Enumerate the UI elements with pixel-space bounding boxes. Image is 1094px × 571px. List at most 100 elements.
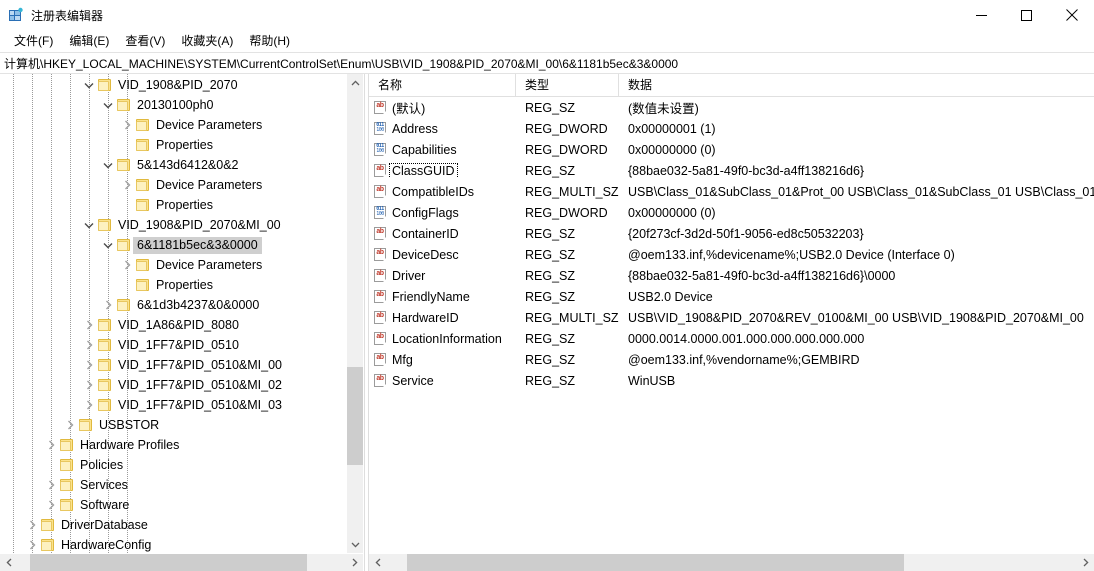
- chevron-right-icon[interactable]: [81, 317, 97, 333]
- value-type: REG_SZ: [525, 100, 576, 115]
- chevron-down-icon[interactable]: [100, 157, 116, 173]
- chevron-right-icon[interactable]: [43, 497, 59, 513]
- chevron-right-icon[interactable]: [100, 297, 116, 313]
- tree-scroll-up-icon[interactable]: [347, 74, 363, 91]
- tree-item[interactable]: 6&1d3b4237&0&0000: [0, 295, 363, 315]
- table-row[interactable]: 011 100 Capabilities REG_DWORD 0x00000000 (0…: [369, 139, 1094, 160]
- value-name-cell: ab DeviceDesc: [369, 247, 516, 262]
- value-name: FriendlyName: [392, 289, 470, 304]
- tree-item-label: Device Parameters: [156, 118, 263, 132]
- tree-item[interactable]: HardwareConfig: [0, 535, 363, 553]
- value-type: REG_DWORD: [525, 121, 608, 136]
- chevron-down-icon[interactable]: [81, 217, 97, 233]
- tree-hscroll-thumb[interactable]: [30, 554, 307, 571]
- tree-horizontal-scrollbar[interactable]: [0, 553, 363, 571]
- string-value-icon: ab: [373, 247, 388, 262]
- table-row[interactable]: ab DeviceDesc REG_SZ @oem133.inf,%devicenam…: [369, 244, 1094, 265]
- tree-item[interactable]: VID_1FF7&PID_0510&MI_02: [0, 375, 363, 395]
- menu-edit[interactable]: 编辑(E): [61, 30, 117, 52]
- folder-icon: [97, 217, 113, 233]
- chevron-right-icon[interactable]: [43, 477, 59, 493]
- tree-vertical-scrollbar[interactable]: [346, 74, 363, 553]
- table-row[interactable]: ab Driver REG_SZ {88bae032-5a81-49f0-bc3d-a…: [369, 265, 1094, 286]
- values-scroll-left-icon[interactable]: [369, 554, 386, 571]
- tree-item[interactable]: DriverDatabase: [0, 515, 363, 535]
- table-row[interactable]: ab ContainerID REG_SZ {20f273cf-3d2d-50f1-9…: [369, 223, 1094, 244]
- tree-item[interactable]: VID_1A86&PID_8080: [0, 315, 363, 335]
- column-header-data[interactable]: 数据: [619, 74, 1094, 97]
- menu-help[interactable]: 帮助(H): [241, 30, 298, 52]
- tree-item[interactable]: Device Parameters: [0, 255, 363, 275]
- values-hscroll-thumb[interactable]: [406, 554, 905, 571]
- chevron-right-icon[interactable]: [62, 417, 78, 433]
- tree-item[interactable]: USBSTOR: [0, 415, 363, 435]
- column-header-type[interactable]: 类型: [516, 73, 619, 97]
- values-scroll-right-icon[interactable]: [1077, 554, 1094, 571]
- chevron-right-icon[interactable]: [81, 337, 97, 353]
- tree-scroll-left-icon[interactable]: [0, 554, 17, 571]
- chevron-right-icon[interactable]: [24, 537, 40, 553]
- table-row[interactable]: ab LocationInformation REG_SZ 0000.0014.000…: [369, 328, 1094, 349]
- chevron-right-icon[interactable]: [81, 397, 97, 413]
- tree-item[interactable]: Properties: [0, 195, 363, 215]
- values-list[interactable]: ab (默认) REG_SZ (数值未设置) 011 100 Address REG_DWOR…: [369, 97, 1094, 553]
- chevron-right-icon[interactable]: [81, 357, 97, 373]
- folder-icon: [116, 97, 132, 113]
- chevron-right-icon[interactable]: [81, 377, 97, 393]
- chevron-right-icon[interactable]: [43, 437, 59, 453]
- menu-file[interactable]: 文件(F): [6, 30, 61, 52]
- folder-icon: [59, 457, 75, 473]
- tree-item[interactable]: 20130100ph0: [0, 95, 363, 115]
- tree-item[interactable]: Device Parameters: [0, 175, 363, 195]
- registry-editor-icon: [8, 7, 24, 23]
- tree-item[interactable]: Software: [0, 495, 363, 515]
- menu-view[interactable]: 查看(V): [117, 30, 173, 52]
- table-row[interactable]: ab Service REG_SZ WinUSB: [369, 370, 1094, 391]
- tree-item[interactable]: VID_1FF7&PID_0510&MI_03: [0, 395, 363, 415]
- table-row[interactable]: ab FriendlyName REG_SZ USB2.0 Device: [369, 286, 1094, 307]
- tree-scroll-thumb[interactable]: [347, 366, 363, 465]
- table-row[interactable]: 011 100 ConfigFlags REG_DWORD 0x00000000 (0): [369, 202, 1094, 223]
- table-row[interactable]: ab CompatibleIDs REG_MULTI_SZ USB\Class_01&…: [369, 181, 1094, 202]
- chevron-right-icon[interactable]: [24, 517, 40, 533]
- minimize-button[interactable]: [959, 0, 1004, 30]
- table-row[interactable]: ab (默认) REG_SZ (数值未设置): [369, 97, 1094, 118]
- tree-item[interactable]: Services: [0, 475, 363, 495]
- tree-item[interactable]: VID_1908&PID_2070&MI_00: [0, 215, 363, 235]
- column-header-name[interactable]: 名称: [369, 73, 516, 97]
- tree-scroll-right-icon[interactable]: [346, 554, 363, 571]
- value-data: 0000.0014.0000.001.000.000.000.000.000: [628, 331, 865, 346]
- chevron-right-icon[interactable]: [119, 177, 135, 193]
- close-button[interactable]: [1049, 0, 1094, 30]
- table-row[interactable]: ab HardwareID REG_MULTI_SZ USB\VID_1908&PID…: [369, 307, 1094, 328]
- registry-tree[interactable]: VID_1908&PID_2070 20130100ph0 Device Param…: [0, 74, 363, 553]
- tree-item[interactable]: Properties: [0, 275, 363, 295]
- tree-item[interactable]: Device Parameters: [0, 115, 363, 135]
- chevron-down-icon[interactable]: [81, 77, 97, 93]
- tree-item[interactable]: Properties: [0, 135, 363, 155]
- tree-item[interactable]: Hardware Profiles: [0, 435, 363, 455]
- table-row[interactable]: ab Mfg REG_SZ @oem133.inf,%vendorname%;GEMB…: [369, 349, 1094, 370]
- values-horizontal-scrollbar[interactable]: [369, 553, 1094, 571]
- value-name: Address: [392, 121, 438, 136]
- table-row[interactable]: 011 100 Address REG_DWORD 0x00000001 (1): [369, 118, 1094, 139]
- chevron-right-icon[interactable]: [119, 257, 135, 273]
- maximize-button[interactable]: [1004, 0, 1049, 30]
- tree-item-label: Policies: [80, 458, 124, 472]
- window-controls: [959, 0, 1094, 30]
- menu-favorites[interactable]: 收藏夹(A): [173, 30, 241, 52]
- tree-item[interactable]: VID_1908&PID_2070: [0, 75, 363, 95]
- tree-item[interactable]: 5&143d6412&0&2: [0, 155, 363, 175]
- registry-tree-pane: VID_1908&PID_2070 20130100ph0 Device Param…: [0, 74, 364, 571]
- tree-scroll-down-icon[interactable]: [347, 536, 363, 553]
- folder-icon: [135, 197, 151, 213]
- tree-item[interactable]: Policies: [0, 455, 363, 475]
- chevron-down-icon[interactable]: [100, 237, 116, 253]
- table-row[interactable]: ab ClassGUID REG_SZ {88bae032-5a81-49f0-bc3…: [369, 160, 1094, 181]
- tree-item-selected[interactable]: 6&1181b5ec&3&0000: [0, 235, 363, 255]
- tree-item[interactable]: VID_1FF7&PID_0510&MI_00: [0, 355, 363, 375]
- chevron-right-icon[interactable]: [119, 117, 135, 133]
- chevron-down-icon[interactable]: [100, 97, 116, 113]
- address-bar[interactable]: 计算机\HKEY_LOCAL_MACHINE\SYSTEM\CurrentCon…: [0, 52, 1094, 74]
- tree-item[interactable]: VID_1FF7&PID_0510: [0, 335, 363, 355]
